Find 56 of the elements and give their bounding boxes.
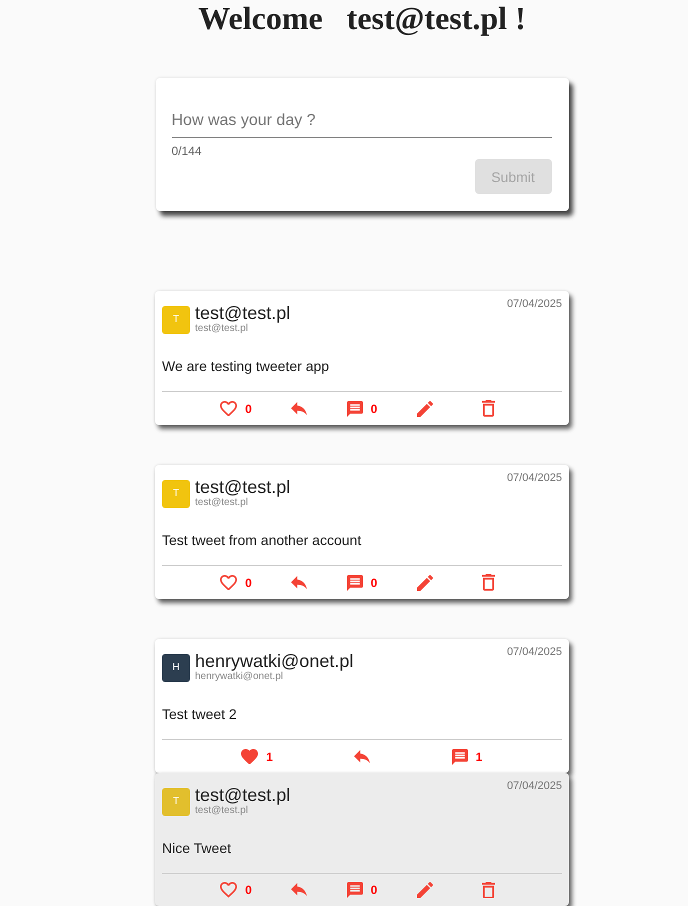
like-button[interactable]: 0 [218, 572, 254, 592]
tweet-text: We are testing tweeter app [162, 358, 330, 375]
avatar: T [162, 306, 190, 334]
like-button[interactable]: 0 [218, 398, 254, 418]
author-name: test@test.pl [195, 477, 290, 497]
author-handle: henrywatki@onet.pl [195, 671, 284, 683]
comment-button[interactable]: 1 [450, 746, 484, 766]
trash-icon [482, 400, 494, 417]
speech-bubble-icon [346, 400, 363, 416]
avatar: T [162, 480, 190, 508]
pencil-icon [417, 400, 433, 416]
trash-icon [482, 882, 494, 898]
comment-button[interactable]: 0 [344, 572, 380, 592]
delete-button[interactable] [480, 572, 496, 593]
tweet-date: 07/04/2025 [506, 472, 562, 485]
avatar: H [162, 654, 190, 682]
tweet-input[interactable]: How was your day ? [172, 111, 552, 137]
welcome-title: Welcome test@test.pl ! [198, 0, 526, 36]
reply-button[interactable] [289, 881, 309, 899]
edit-button[interactable] [415, 572, 435, 592]
reply-button[interactable] [289, 574, 309, 592]
reply-arrow-icon [354, 750, 370, 764]
tweet-date: 07/04/2025 [506, 646, 562, 659]
reply-arrow-icon [291, 576, 307, 590]
speech-bubble-icon [346, 882, 363, 898]
like-button[interactable]: 1 [239, 746, 275, 766]
author-name: test@test.pl [195, 303, 290, 323]
edit-button[interactable] [415, 398, 435, 418]
delete-button[interactable] [480, 880, 496, 900]
author-handle: test@test.pl [195, 805, 249, 817]
tweet-date: 07/04/2025 [506, 780, 562, 793]
reply-button[interactable] [289, 400, 309, 418]
author-handle: test@test.pl [195, 323, 249, 335]
author-handle: test@test.pl [195, 497, 249, 509]
speech-bubble-icon [346, 574, 363, 590]
trash-icon [482, 574, 494, 591]
character-counter: 0/144 [172, 144, 203, 158]
edit-button[interactable] [415, 880, 435, 900]
tweet-text: Nice Tweet [162, 840, 232, 857]
author-name: test@test.pl [195, 785, 290, 805]
reply-button[interactable] [352, 748, 372, 766]
comment-button[interactable]: 0 [344, 398, 380, 418]
reply-arrow-icon [291, 402, 307, 416]
pencil-icon [417, 882, 433, 898]
tweet-text: Test tweet 2 [162, 706, 238, 723]
pencil-icon [417, 574, 433, 590]
tweet-text: Test tweet from another account [162, 532, 362, 549]
like-button[interactable]: 0 [218, 880, 254, 900]
author-name: henrywatki@onet.pl [195, 651, 354, 671]
delete-button[interactable] [480, 398, 496, 419]
text-field[interactable]: How was your day ? [172, 98, 552, 138]
tweet-date: 07/04/2025 [506, 298, 562, 311]
comment-button[interactable]: 0 [344, 880, 380, 900]
avatar: T [162, 788, 190, 816]
reply-arrow-icon [291, 883, 307, 897]
speech-bubble-icon [452, 748, 468, 764]
